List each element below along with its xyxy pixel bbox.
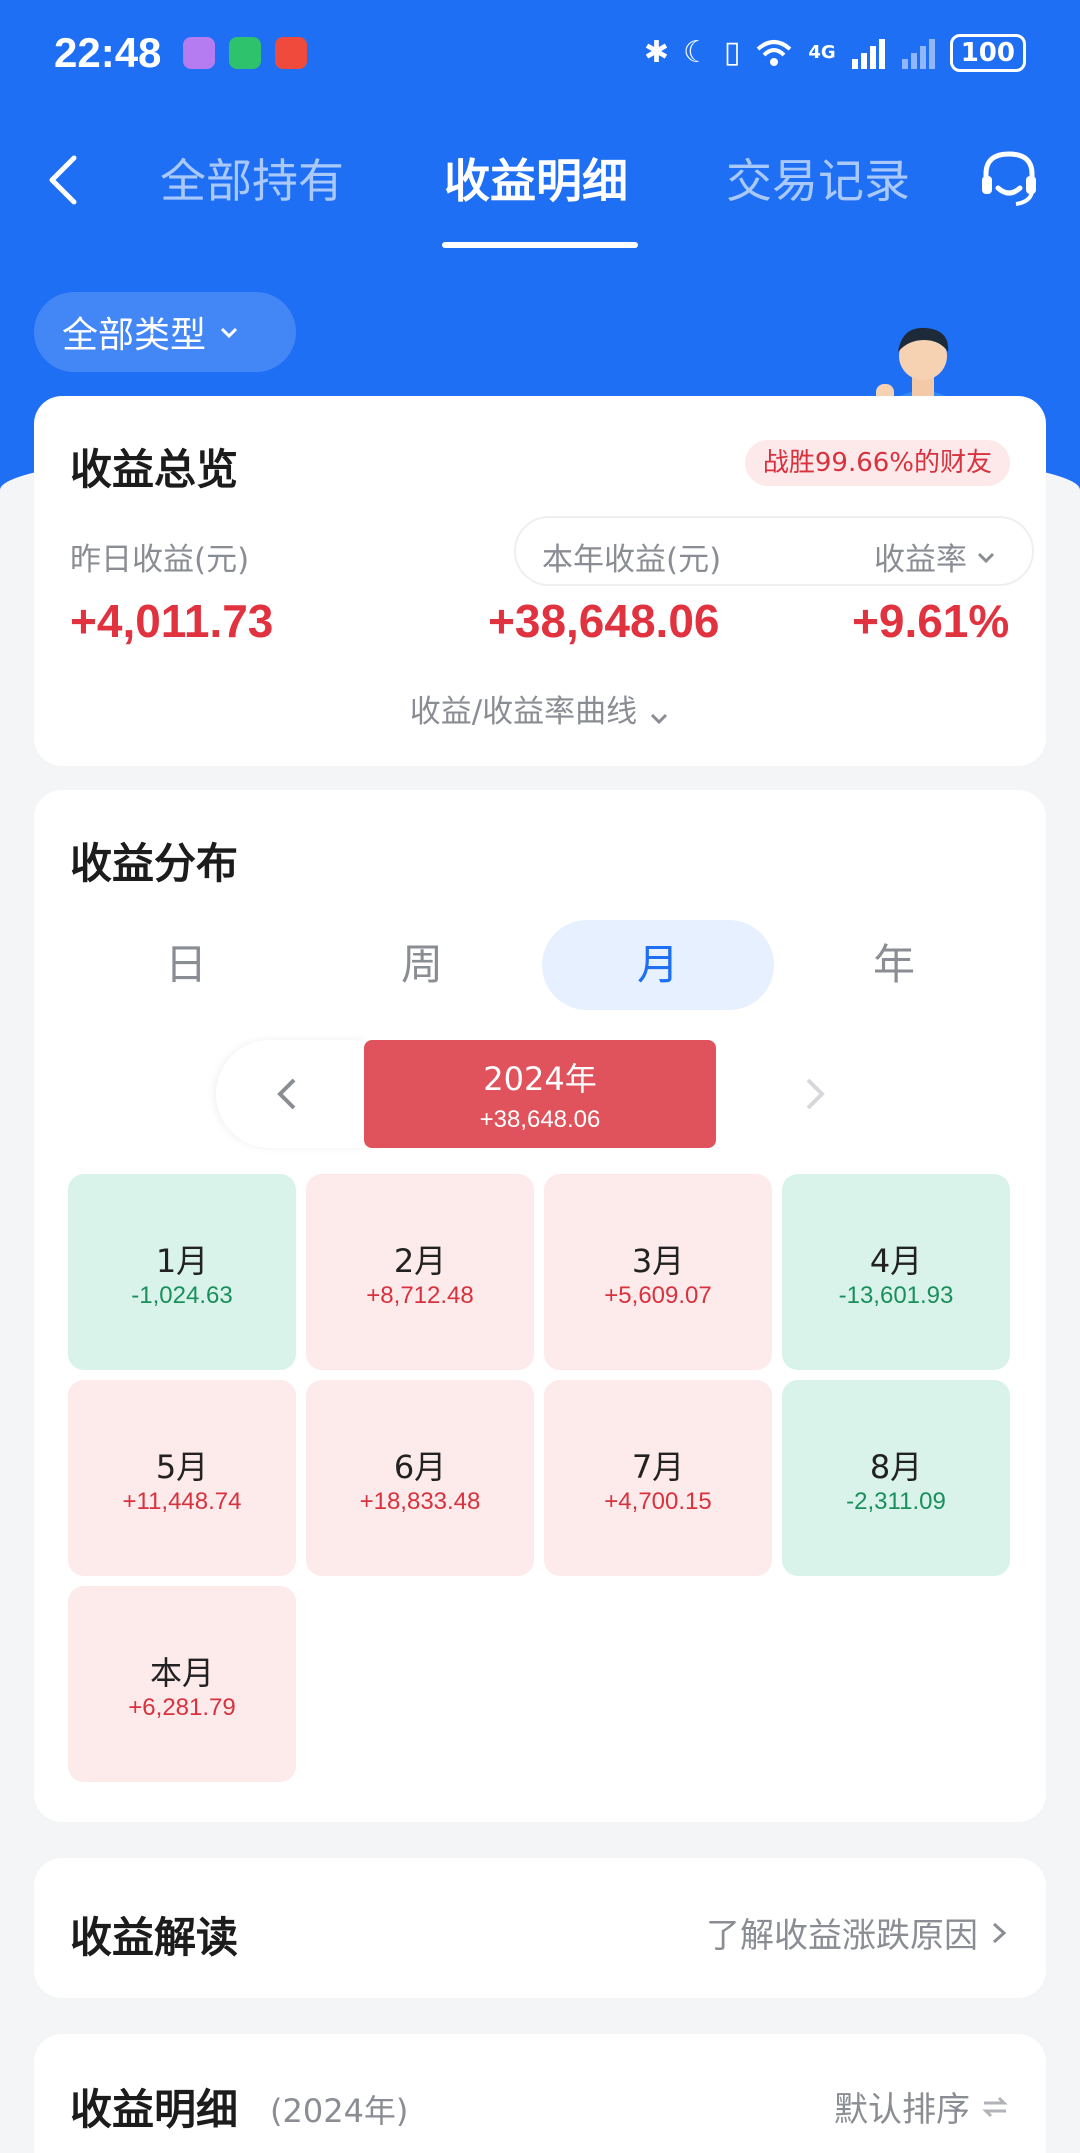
status-time: 22:48 <box>54 28 162 76</box>
month-name: 本月 <box>149 1654 214 1692</box>
yesterday-income-value: +4,011.73 <box>70 595 274 647</box>
month-cell[interactable]: 本月 +6,281.79 <box>68 1586 296 1782</box>
sort-label: 默认排序 <box>834 2090 970 2130</box>
month-value: +11,448.74 <box>122 1488 242 1515</box>
segment-week[interactable]: 周 <box>306 920 538 1010</box>
month-cell[interactable]: 7月 +4,700.15 <box>544 1380 772 1576</box>
tab-transactions[interactable]: 交易记录 <box>726 146 910 216</box>
month-value: +6,281.79 <box>128 1694 236 1721</box>
rank-badge: 战胜99.66%的财友 <box>744 440 1010 486</box>
detail-card: 收益明细 (2024年) 默认排序 <box>34 2034 1046 2153</box>
month-name: 3月 <box>631 1242 685 1280</box>
prev-year-button[interactable] <box>216 1040 366 1148</box>
month-name: 1月 <box>155 1242 209 1280</box>
tab-income-detail[interactable]: 收益明细 <box>444 146 628 216</box>
month-value: +8,712.48 <box>366 1282 474 1309</box>
curve-toggle[interactable]: 收益/收益率曲线 <box>34 686 1046 731</box>
detail-title: 收益明细 <box>70 2085 239 2134</box>
curve-toggle-label: 收益/收益率曲线 <box>409 694 638 730</box>
vibrate-icon: ▯ <box>723 35 741 70</box>
month-value: +18,833.48 <box>359 1488 481 1515</box>
year-income-label: 本年收益(元) <box>542 542 722 578</box>
sort-button[interactable]: 默认排序 <box>834 2082 1010 2131</box>
current-year-label: 2024年 <box>483 1060 597 1098</box>
customer-service-icon[interactable] <box>974 144 1044 214</box>
battery-indicator: 100 <box>949 33 1026 72</box>
segment-day[interactable]: 日 <box>70 920 302 1010</box>
month-value: +5,609.07 <box>604 1282 712 1309</box>
chevron-right-icon[interactable] <box>794 1074 834 1114</box>
month-value: -1,024.63 <box>131 1282 233 1309</box>
active-tab-indicator <box>442 242 638 248</box>
moon-icon: ☾ <box>682 35 710 70</box>
segment-month[interactable]: 月 <box>542 920 774 1010</box>
return-rate-selector[interactable]: 收益率 <box>874 534 997 579</box>
interpretation-link-label: 了解收益涨跌原因 <box>706 1916 978 1956</box>
month-value: -2,311.09 <box>846 1488 946 1515</box>
month-name: 8月 <box>869 1448 923 1486</box>
chevron-left-icon <box>277 1078 296 1110</box>
top-nav: 全部持有 收益明细 交易记录 <box>0 120 1080 260</box>
year-income-value: +38,648.06 <box>488 595 720 647</box>
return-rate-label: 收益率 <box>874 542 967 578</box>
month-name: 4月 <box>869 1242 923 1280</box>
chevron-down-icon <box>651 713 668 724</box>
month-cell[interactable]: 6月 +18,833.48 <box>306 1380 534 1576</box>
signal-weak-icon <box>901 38 935 69</box>
month-name: 7月 <box>631 1448 685 1486</box>
sort-icon <box>982 2096 1008 2117</box>
bluetooth-icon: ✱ <box>643 35 669 70</box>
current-year-value: +38,648.06 <box>479 1106 601 1133</box>
alert-app-icon <box>275 36 308 69</box>
network-type-label: 4G <box>808 42 836 63</box>
app-notification-icon <box>183 36 216 69</box>
segment-year[interactable]: 年 <box>778 920 1010 1010</box>
chevron-right-icon <box>992 1922 1007 1943</box>
tab-all-holdings[interactable]: 全部持有 <box>160 146 344 216</box>
status-bar: 22:48 ✱ ☾ ▯ 4G 100 <box>0 0 1080 105</box>
status-icons: ✱ ☾ ▯ 4G 100 <box>643 33 1026 72</box>
month-name: 2月 <box>393 1242 447 1280</box>
wechat-icon <box>229 36 262 69</box>
return-rate-value: +9.61% <box>852 595 1010 647</box>
back-arrow-icon[interactable] <box>36 150 96 210</box>
month-cell[interactable]: 2月 +8,712.48 <box>306 1174 534 1370</box>
month-cell[interactable]: 4月 -13,601.93 <box>782 1174 1010 1370</box>
distribution-card: 收益分布 日 周 月 年 2024年 +38,648.06 1月 -1,024.6… <box>34 790 1046 1822</box>
interpretation-title: 收益解读 <box>70 1913 239 1962</box>
overview-card: 收益总览 战胜99.66%的财友 昨日收益(元) +4,011.73 本年收益(… <box>34 396 1046 766</box>
detail-year: (2024年) <box>270 2092 409 2130</box>
chevron-down-icon <box>220 327 238 339</box>
month-cell[interactable]: 1月 -1,024.63 <box>68 1174 296 1370</box>
distribution-title: 收益分布 <box>70 839 239 888</box>
month-value: +4,700.15 <box>604 1488 712 1515</box>
yesterday-income-label: 昨日收益(元) <box>70 542 250 578</box>
chevron-down-icon <box>977 552 995 563</box>
month-cell[interactable]: 8月 -2,311.09 <box>782 1380 1010 1576</box>
month-name: 6月 <box>393 1448 447 1486</box>
month-value: -13,601.93 <box>838 1282 954 1309</box>
month-cell[interactable]: 5月 +11,448.74 <box>68 1380 296 1576</box>
interpretation-link[interactable]: 了解收益涨跌原因 <box>706 1908 1010 1957</box>
month-cell[interactable]: 3月 +5,609.07 <box>544 1174 772 1370</box>
month-name: 5月 <box>155 1448 209 1486</box>
type-filter-label: 全部类型 <box>62 315 207 356</box>
current-year-block: 2024年 +38,648.06 <box>364 1040 716 1148</box>
wifi-icon <box>757 39 792 66</box>
type-filter-dropdown[interactable]: 全部类型 <box>34 292 296 372</box>
signal-icon <box>851 38 885 69</box>
interpretation-card[interactable]: 收益解读 了解收益涨跌原因 <box>34 1858 1046 1998</box>
overview-title: 收益总览 <box>70 445 239 494</box>
